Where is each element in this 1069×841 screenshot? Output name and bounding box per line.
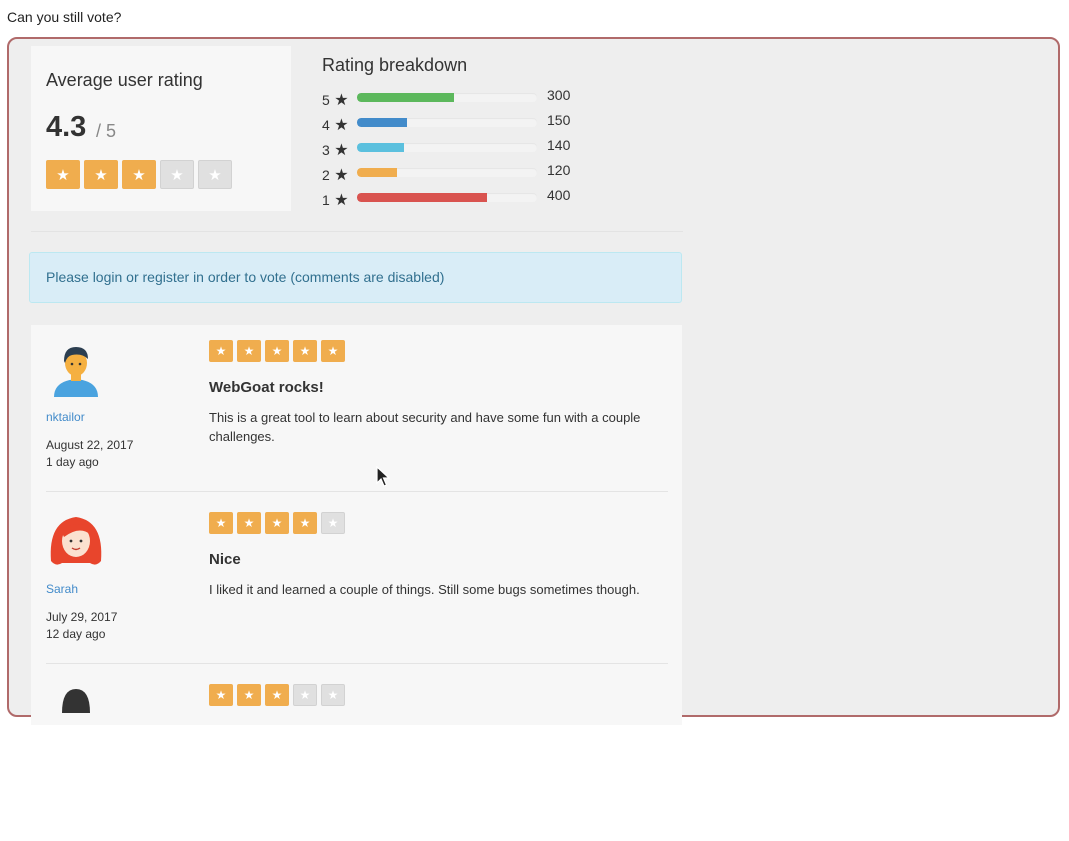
review-relative-time: 1 day ago bbox=[46, 455, 99, 469]
page-heading: Can you still vote? bbox=[7, 9, 122, 25]
review-username-link[interactable]: nktailor bbox=[46, 410, 85, 424]
average-star-rating: ★ ★ ★ ★ ★ bbox=[46, 160, 236, 189]
breakdown-row: 3 ★ 140 bbox=[322, 136, 622, 160]
star-icon: ★ bbox=[329, 117, 349, 134]
breakdown-star-number: 2 bbox=[322, 167, 330, 183]
breakdown-bar-track bbox=[357, 143, 537, 152]
star-filled-icon: ★ bbox=[84, 160, 118, 189]
star-empty-icon: ★ bbox=[321, 684, 345, 706]
review-date: July 29, 2017 bbox=[46, 610, 118, 624]
average-rating-box: Average user rating 4.3 / 5 ★ ★ ★ ★ ★ bbox=[31, 46, 291, 211]
review-item: ★ ★ ★ ★ ★ bbox=[31, 669, 682, 841]
review-divider bbox=[46, 491, 668, 492]
breakdown-title: Rating breakdown bbox=[322, 55, 468, 75]
breakdown-star-number: 5 bbox=[322, 92, 330, 108]
breakdown-count: 400 bbox=[547, 187, 571, 203]
breakdown-row: 5 ★ 300 bbox=[322, 86, 622, 110]
review-star-rating: ★ ★ ★ ★ ★ bbox=[209, 512, 349, 534]
male-avatar-icon bbox=[46, 339, 106, 399]
average-out-of: / 5 bbox=[96, 121, 117, 141]
breakdown-bar-track bbox=[357, 168, 537, 177]
login-alert: Please login or register in order to vot… bbox=[29, 252, 682, 303]
breakdown-star-number: 3 bbox=[322, 142, 330, 158]
breakdown-star-label: 4 ★ bbox=[322, 115, 349, 135]
breakdown-row: 2 ★ 120 bbox=[322, 161, 622, 185]
breakdown-count: 120 bbox=[547, 162, 571, 178]
breakdown-star-number: 4 bbox=[322, 117, 330, 133]
breakdown-bar-track bbox=[357, 118, 537, 127]
star-empty-icon: ★ bbox=[293, 684, 317, 706]
female-avatar-icon bbox=[46, 511, 106, 571]
breakdown-star-label: 5 ★ bbox=[322, 90, 349, 110]
review-item: ★ ★ ★ ★ ★ nktailor August 22, 2017 1 day ago Web… bbox=[31, 325, 682, 497]
review-title: WebGoat rocks! bbox=[209, 379, 324, 396]
breakdown-row: 1 ★ 400 bbox=[322, 186, 622, 210]
star-filled-icon: ★ bbox=[209, 512, 233, 534]
star-icon: ★ bbox=[329, 167, 349, 184]
star-filled-icon: ★ bbox=[46, 160, 80, 189]
review-date: August 22, 2017 bbox=[46, 438, 134, 452]
star-filled-icon: ★ bbox=[293, 512, 317, 534]
review-body: This is a great tool to learn about secu… bbox=[209, 410, 641, 444]
star-icon: ★ bbox=[329, 192, 349, 209]
section-divider bbox=[31, 231, 683, 232]
reviews-list: ★ ★ ★ ★ ★ nktailor August 22, 2017 1 day ago Web… bbox=[31, 325, 682, 725]
breakdown-star-number: 1 bbox=[322, 192, 330, 208]
breakdown-count: 150 bbox=[547, 112, 571, 128]
dark-avatar-icon bbox=[46, 683, 106, 743]
star-empty-icon: ★ bbox=[198, 160, 232, 189]
breakdown-bar-fill bbox=[357, 118, 408, 127]
star-filled-icon: ★ bbox=[237, 512, 261, 534]
star-filled-icon: ★ bbox=[265, 340, 289, 362]
breakdown-bar-track bbox=[357, 93, 537, 102]
star-filled-icon: ★ bbox=[265, 684, 289, 706]
breakdown-bar-track bbox=[357, 193, 537, 202]
rating-panel: Average user rating 4.3 / 5 ★ ★ ★ ★ ★ Rating… bbox=[7, 37, 1060, 725]
breakdown-star-label: 1 ★ bbox=[322, 190, 349, 210]
breakdown-bar-fill bbox=[357, 193, 487, 202]
breakdown-bar-fill bbox=[357, 168, 397, 177]
review-title: Nice bbox=[209, 551, 241, 568]
review-username-link[interactable]: Sarah bbox=[46, 582, 78, 596]
star-filled-icon: ★ bbox=[237, 684, 261, 706]
star-filled-icon: ★ bbox=[265, 512, 289, 534]
average-rating-title: Average user rating bbox=[46, 70, 203, 90]
star-filled-icon: ★ bbox=[321, 340, 345, 362]
breakdown-star-label: 2 ★ bbox=[322, 165, 349, 185]
star-filled-icon: ★ bbox=[293, 340, 317, 362]
star-icon: ★ bbox=[329, 142, 349, 159]
average-score: 4.3 bbox=[46, 111, 87, 143]
breakdown-count: 300 bbox=[547, 87, 571, 103]
star-empty-icon: ★ bbox=[321, 512, 345, 534]
breakdown-star-label: 3 ★ bbox=[322, 140, 349, 160]
breakdown-bar-fill bbox=[357, 143, 404, 152]
review-divider bbox=[46, 663, 668, 664]
breakdown-count: 140 bbox=[547, 137, 571, 153]
review-star-rating: ★ ★ ★ ★ ★ bbox=[209, 684, 349, 706]
review-star-rating: ★ ★ ★ ★ ★ bbox=[209, 340, 349, 362]
star-empty-icon: ★ bbox=[160, 160, 194, 189]
review-body: I liked it and learned a couple of thing… bbox=[209, 582, 640, 597]
review-item: ★ ★ ★ ★ ★ Sarah July 29, 2017 12 day ago Nice I l… bbox=[31, 497, 682, 669]
review-relative-time: 12 day ago bbox=[46, 627, 106, 641]
mouse-cursor-icon bbox=[376, 466, 390, 487]
star-icon: ★ bbox=[329, 92, 349, 109]
star-filled-icon: ★ bbox=[209, 340, 233, 362]
star-filled-icon: ★ bbox=[122, 160, 156, 189]
breakdown-row: 4 ★ 150 bbox=[322, 111, 622, 135]
star-filled-icon: ★ bbox=[237, 340, 261, 362]
breakdown-bar-fill bbox=[357, 93, 455, 102]
star-filled-icon: ★ bbox=[209, 684, 233, 706]
